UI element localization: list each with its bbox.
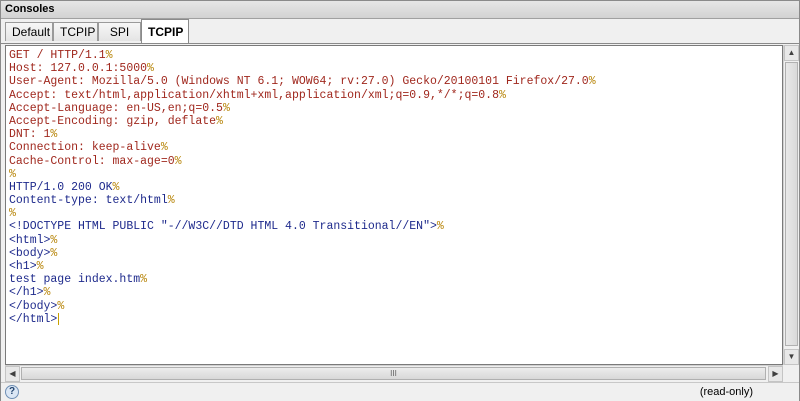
line-end-marker: % (498, 88, 506, 102)
line-end-marker: % (50, 233, 58, 247)
console-line: DNT: 1% (9, 128, 596, 141)
line-end-marker: % (36, 260, 44, 273)
line-end-marker: % (50, 128, 58, 142)
console-line-text: </h1> (9, 286, 44, 300)
console-line-text: HTTP/1.0 200 OK (9, 180, 113, 194)
line-end-marker: % (436, 220, 444, 234)
console-line-text: <body> (9, 246, 51, 260)
console-line: User-Agent: Mozilla/5.0 (Windows NT 6.1;… (9, 75, 596, 88)
arrow-left-icon[interactable]: ◀ (5, 366, 20, 382)
arrow-right-icon[interactable]: ▶ (768, 366, 783, 382)
tab-tcpip-active[interactable]: TCPIP (141, 19, 189, 43)
console-line: Accept-Encoding: gzip, deflate% (9, 115, 596, 128)
console-line: % (9, 207, 596, 220)
console-line: HTTP/1.0 200 OK% (9, 181, 596, 194)
tab-default[interactable]: Default (5, 22, 53, 41)
console-line-text: Accept: text/html,application/xhtml+xml,… (9, 88, 499, 102)
console-line: Host: 127.0.0.1:5000% (9, 62, 596, 75)
console-line-text: DNT: 1 (9, 128, 51, 142)
console-line: Accept-Language: en-US,en;q=0.5% (9, 102, 596, 115)
help-glyph: ? (8, 386, 16, 397)
console-line: test page index.htm% (9, 273, 596, 286)
line-end-marker: % (50, 246, 58, 260)
console-line-text: test page index.htm (9, 273, 141, 287)
console-line: <!DOCTYPE HTML PUBLIC "-//W3C//DTD HTML … (9, 220, 596, 233)
status-bar: ? (read-only) (1, 382, 799, 401)
console-line: <h1>% (9, 260, 596, 273)
console-line: % (9, 168, 596, 181)
console-line: Connection: keep-alive% (9, 141, 596, 154)
tab-tcpip-1[interactable]: TCPIP (53, 22, 98, 41)
horizontal-scroll-thumb[interactable]: III (21, 367, 766, 380)
console-line: GET / HTTP/1.1% (9, 49, 596, 62)
line-end-marker: % (588, 75, 596, 89)
console-line-text: <!DOCTYPE HTML PUBLIC "-//W3C//DTD HTML … (9, 220, 437, 234)
line-end-marker: % (222, 101, 230, 115)
console-line-text: Connection: keep-alive (9, 141, 161, 155)
console-line: <html>% (9, 234, 596, 247)
consoles-window: Consoles Default TCPIP SPI 1 TCPIP GET /… (0, 0, 800, 401)
arrow-up-icon[interactable]: ▲ (784, 45, 799, 61)
line-end-marker: % (105, 49, 113, 62)
console-line: <body>% (9, 247, 596, 260)
line-end-marker: % (9, 167, 16, 181)
vertical-scrollbar[interactable]: ▲ ▼ (783, 45, 799, 365)
console-line: </html> (9, 312, 596, 326)
scroll-grip: III (390, 369, 397, 378)
console-line: Accept: text/html,application/xhtml+xml,… (9, 89, 596, 102)
line-end-marker: % (147, 62, 154, 76)
console-line-text: Accept-Language: en-US,en;q=0.5 (9, 101, 223, 115)
console-line-text: Cache-Control: max-age=0 (9, 154, 175, 168)
line-end-marker: % (216, 114, 223, 128)
console-line: </h1>% (9, 286, 596, 299)
console-line-text: User-Agent: Mozilla/5.0 (Windows NT 6.1;… (9, 75, 589, 89)
console-lines: GET / HTTP/1.1% Host: 127.0.0.1:5000% User… (9, 49, 596, 326)
console-line-text: <html> (9, 233, 51, 247)
console-output[interactable]: GET / HTTP/1.1% Host: 127.0.0.1:5000% User… (5, 45, 783, 365)
text-caret (58, 312, 60, 325)
console-line-text: Host: 127.0.0.1:5000 (9, 62, 148, 76)
line-end-marker: % (112, 180, 120, 194)
console-line: Content-type: text/html% (9, 194, 596, 207)
line-end-marker: % (174, 154, 182, 168)
window-title: Consoles (5, 3, 55, 15)
console-line: Cache-Control: max-age=0% (9, 155, 596, 168)
tab-spi-1[interactable]: SPI 1 (98, 22, 141, 58)
console-line: </body>% (9, 300, 596, 313)
help-icon[interactable]: ? (5, 385, 19, 399)
console-line-text: Content-type: text/html (9, 194, 168, 208)
tab-bar: Default TCPIP SPI 1 TCPIP (1, 19, 799, 58)
console-line-text: </body> (9, 299, 58, 313)
title-bar: Consoles (1, 1, 799, 19)
read-only-status: (read-only) (699, 386, 753, 398)
console-line-text: GET / HTTP/1.1 (9, 49, 106, 62)
console-line-text: <h1> (9, 260, 37, 273)
line-end-marker: % (140, 273, 148, 287)
arrow-down-icon[interactable]: ▼ (784, 349, 799, 365)
line-end-marker: % (167, 194, 175, 208)
line-end-marker: % (9, 207, 16, 221)
horizontal-scrollbar[interactable]: ◀ III ▶ (5, 365, 783, 382)
vertical-scroll-thumb[interactable] (785, 62, 798, 346)
line-end-marker: % (160, 141, 168, 155)
line-end-marker: % (57, 299, 65, 313)
console-line-text: </html> (9, 312, 58, 326)
console-line-text: Accept-Encoding: gzip, deflate (9, 114, 217, 128)
line-end-marker: % (43, 286, 51, 300)
